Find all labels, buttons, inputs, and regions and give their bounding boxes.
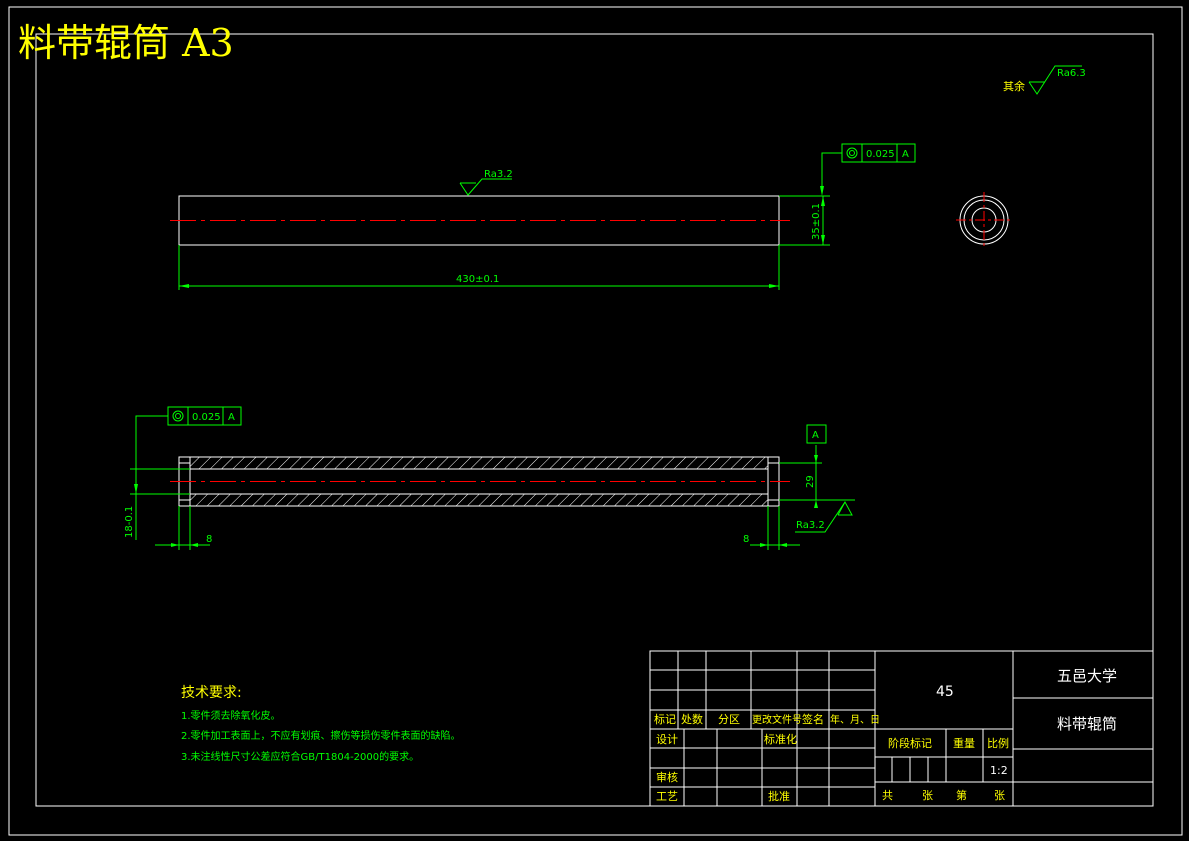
process-label: 工艺 <box>656 790 678 803</box>
school-label: 五邑大学 <box>1057 667 1117 685</box>
other-label: 其余 <box>1003 79 1025 93</box>
header-mark: 标记 <box>654 712 676 726</box>
inner-diameter-dimension <box>779 424 827 508</box>
shaft-top-view <box>170 195 790 246</box>
datum-a-label: A <box>812 430 819 441</box>
surface-roughness-top <box>459 178 512 196</box>
bore-dia-label: 18-0.1 <box>124 506 135 538</box>
weight-label: 重量 <box>953 736 975 750</box>
right-depth-dimension <box>750 506 800 550</box>
part-name-label: 料带辊筒 <box>1057 715 1117 733</box>
left-depth-dimension <box>155 506 210 550</box>
standardize-label: 标准化 <box>764 732 797 746</box>
sheets-label: 张 <box>922 789 933 802</box>
header-change-doc: 更改文件号 <box>752 713 802 726</box>
length-label: 430±0.1 <box>456 274 499 285</box>
drawing-canvas: 料带辊筒 A3 其余 Ra6.3 Ra3.2 430±0.1 35±0.1 0.… <box>8 6 1183 836</box>
tolerance-bottom-datum: A <box>228 412 235 423</box>
total-label: 共 <box>882 789 893 802</box>
tolerance-frame-bottom <box>134 406 242 494</box>
review-label: 审核 <box>656 770 678 784</box>
ra63-label: Ra6.3 <box>1057 68 1086 79</box>
header-zone: 分区 <box>718 713 740 726</box>
sheet-label: 张 <box>994 789 1005 802</box>
shaft-end-view <box>956 192 1012 248</box>
approve-label: 批准 <box>768 789 790 803</box>
header-date: 年、月、日 <box>830 713 880 726</box>
tech-item-2: 2.零件加工表面上，不应有划痕、擦伤等损伤零件表面的缺陷。 <box>181 729 461 742</box>
scale-label: 比例 <box>987 736 1009 750</box>
stage-mark-label: 阶段标记 <box>888 736 932 750</box>
design-label: 设计 <box>656 733 678 746</box>
number-label: 第 <box>956 788 967 802</box>
tech-item-3: 3.未注线性尺寸公差应符合GB/T1804-2000的要求。 <box>181 750 419 763</box>
right-depth-label: 8 <box>743 534 749 545</box>
tolerance-top-datum: A <box>902 149 909 160</box>
outer-dia-label: 35±0.1 <box>811 203 822 240</box>
scale-value: 1:2 <box>990 764 1008 777</box>
drawing-title: 料带辊筒 A3 <box>18 21 234 65</box>
bore-dimension <box>130 468 190 540</box>
tech-item-1: 1.零件须去除氧化皮。 <box>181 709 281 722</box>
tube-section-view <box>170 456 790 507</box>
inner-dia-label: 29 <box>805 475 816 488</box>
ra32-top-label: Ra3.2 <box>484 169 513 180</box>
material-label: 45 <box>936 684 954 700</box>
tolerance-bottom-value: 0.025 <box>192 412 221 423</box>
ra32-bottom-label: Ra3.2 <box>796 520 825 531</box>
header-sign: 签名 <box>802 712 824 726</box>
header-count: 处数 <box>681 713 703 726</box>
tech-heading: 技术要求: <box>181 685 242 701</box>
tolerance-top-value: 0.025 <box>866 149 895 160</box>
left-depth-label: 8 <box>206 534 212 545</box>
